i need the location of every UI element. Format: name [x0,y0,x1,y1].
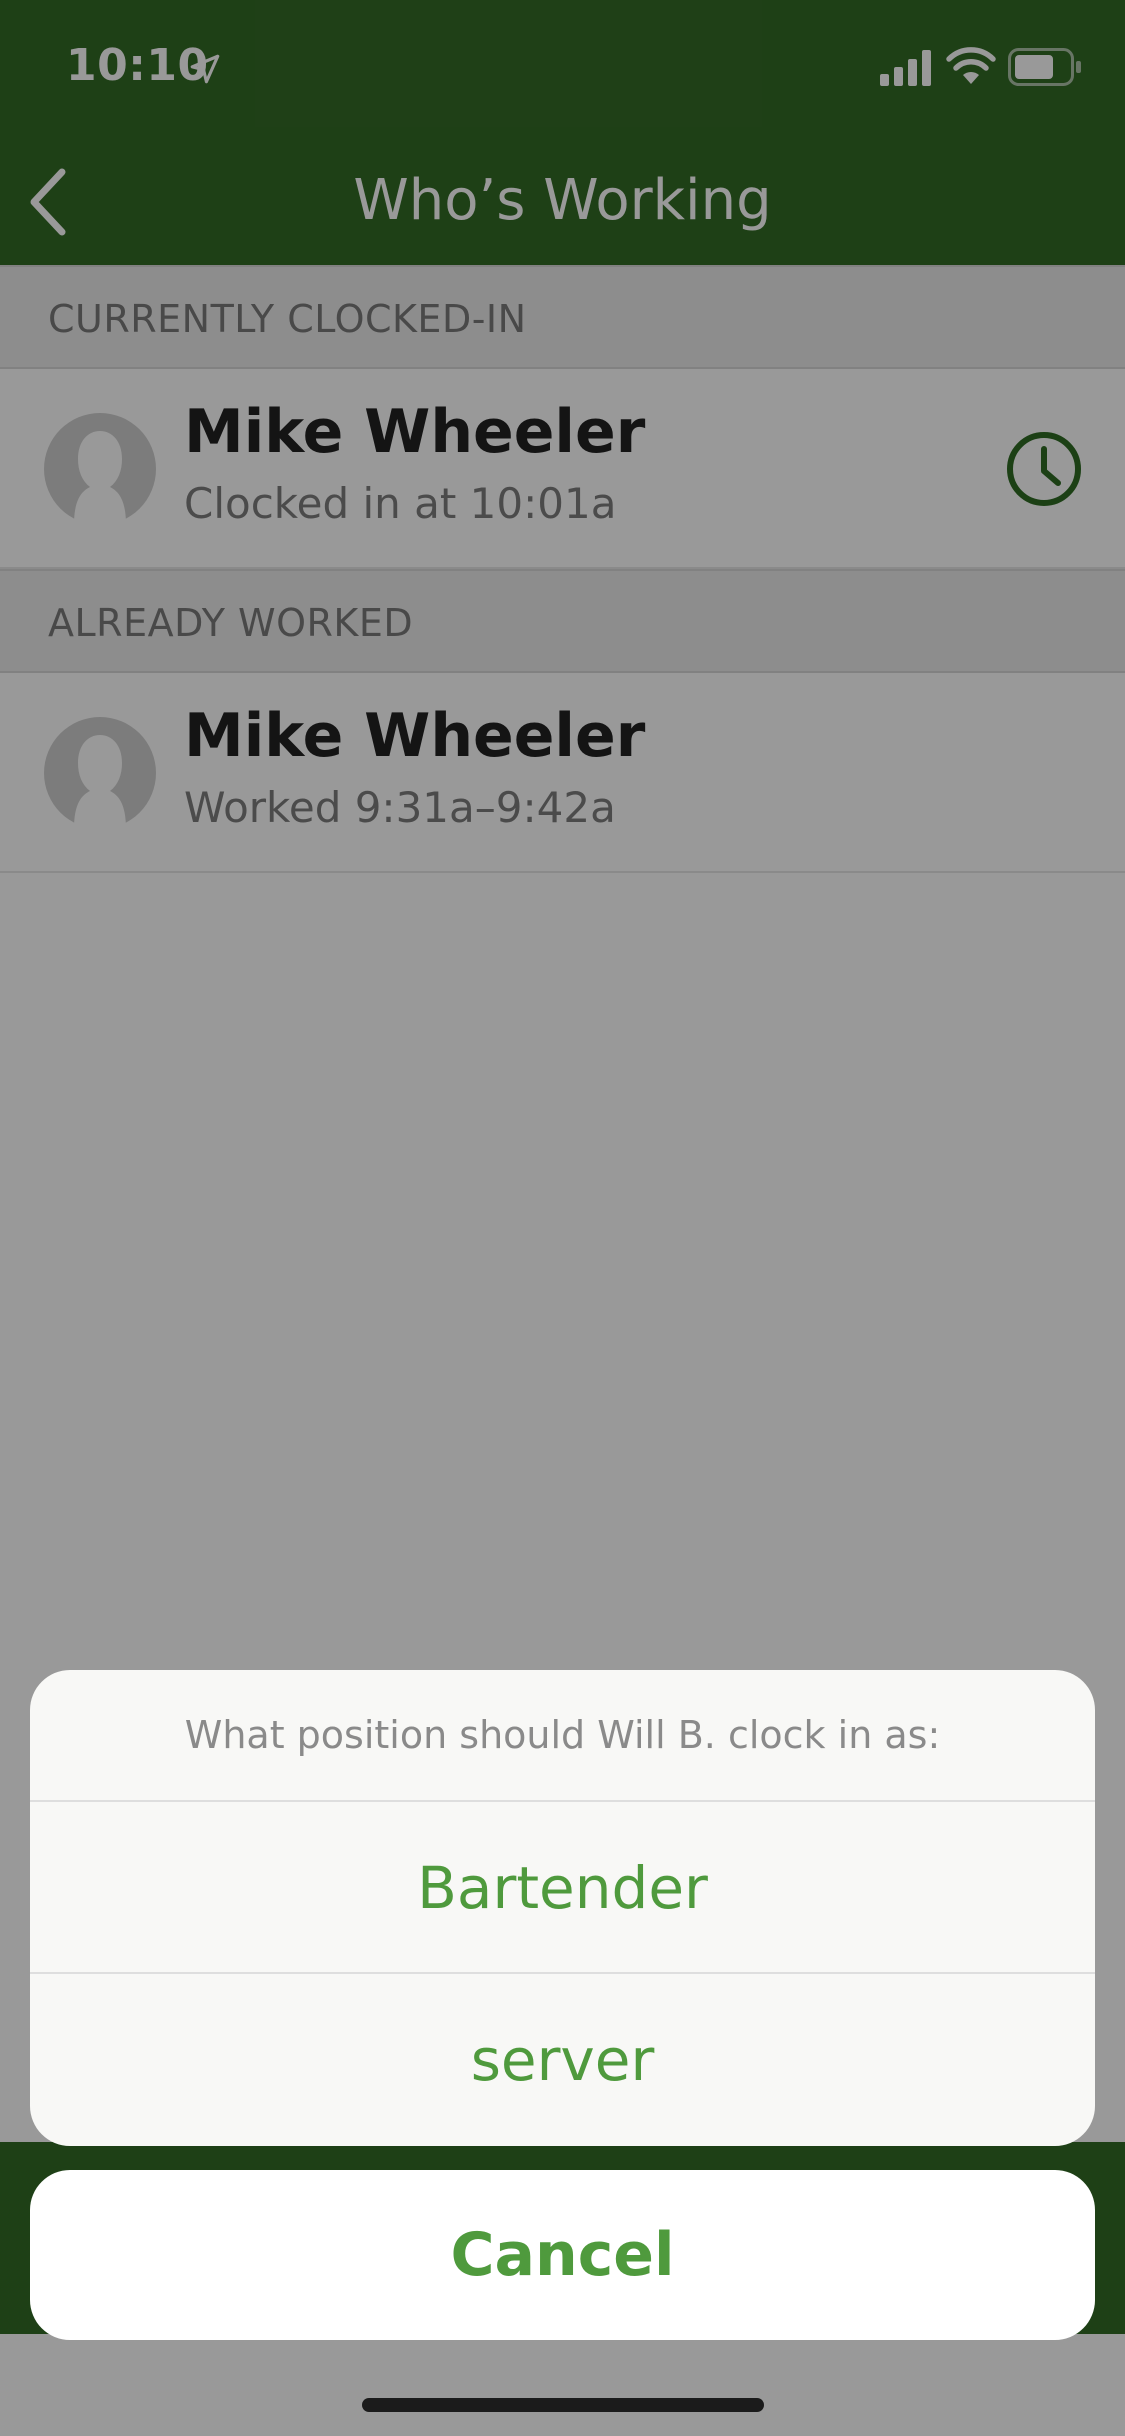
option-bartender-button[interactable]: Bartender [30,1802,1095,1974]
cancel-button[interactable]: Cancel [30,2170,1095,2340]
action-sheet-title: What position should Will B. clock in as… [30,1670,1095,1802]
action-sheet: What position should Will B. clock in as… [30,1670,1095,2146]
home-indicator[interactable] [362,2398,764,2412]
option-server-button[interactable]: server [30,1974,1095,2146]
